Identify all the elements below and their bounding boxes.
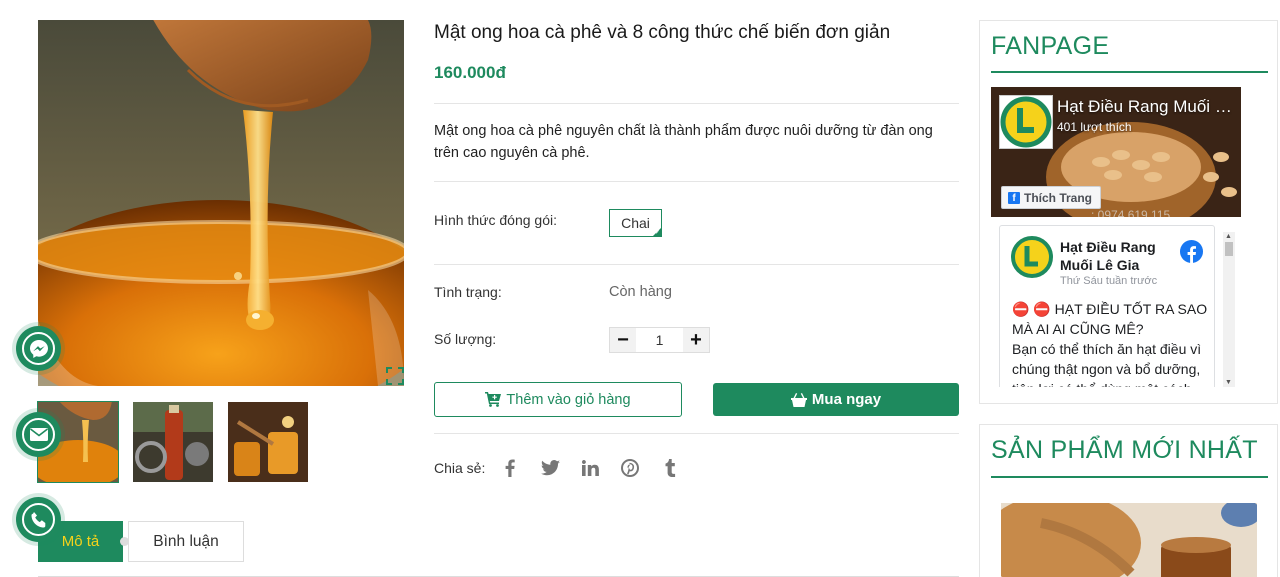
pinterest-share-icon[interactable]: [617, 455, 643, 481]
quantity-input[interactable]: [636, 328, 683, 352]
tumblr-share-icon[interactable]: [657, 455, 683, 481]
fb-page-name[interactable]: Hạt Điều Rang Muối Lê Gia: [1057, 97, 1237, 117]
facebook-page-plugin: Hạt Điều Rang Muối Lê Gia 401 lượt thích…: [991, 87, 1241, 387]
divider: [434, 181, 959, 182]
expand-image-icon[interactable]: [386, 367, 404, 385]
product-title: Mật ong hoa cà phê và 8 công thức chế bi…: [434, 22, 891, 43]
fanpage-widget: FANPAGE Hạt Điều Rang Muối Lê 401 lượt t…: [979, 20, 1278, 404]
facebook-f-icon: f: [1008, 191, 1020, 204]
buy-now-label: Mua ngay: [811, 391, 882, 408]
fb-like-count: 401 lượt thích: [1057, 120, 1132, 134]
title-underline: [991, 71, 1268, 73]
post-author-name[interactable]: Hạt Điều Rang Muối Lê Gia: [1060, 238, 1180, 274]
scroll-thumb[interactable]: [1225, 242, 1233, 256]
phone-float-button[interactable]: [16, 497, 61, 542]
email-float-button[interactable]: [16, 412, 61, 457]
fanpage-title: FANPAGE: [991, 32, 1110, 60]
post-time[interactable]: Thứ Sáu tuần trước: [1060, 275, 1157, 287]
thumbnail-list: [37, 401, 308, 483]
post-headline: ⛔ ⛔ HẠT ĐIỀU TỐT RA SAO MÀ AI AI CŨNG MÊ…: [1012, 301, 1208, 337]
product-price: 160.000đ: [434, 63, 506, 82]
scroll-up-icon[interactable]: ▲: [1225, 233, 1232, 240]
newest-product-image[interactable]: [1001, 503, 1257, 577]
basket-icon: [790, 392, 807, 407]
quantity-label: Số lượng:: [434, 331, 497, 347]
share-label: Chia sẻ:: [434, 460, 486, 476]
cart-plus-icon: [485, 392, 502, 407]
envelope-icon: [22, 418, 55, 451]
scroll-down-icon[interactable]: ▼: [1225, 379, 1232, 386]
increase-quantity-button[interactable]: +: [683, 328, 709, 352]
check-icon: ✓: [654, 230, 660, 236]
facebook-logo-icon[interactable]: [1180, 240, 1203, 263]
phone-icon: [22, 503, 55, 536]
add-to-cart-button[interactable]: Thêm vào giỏ hàng: [434, 382, 682, 417]
status-value: Còn hàng: [609, 284, 672, 300]
buy-now-button[interactable]: Mua ngay: [713, 383, 959, 416]
messenger-float-button[interactable]: [16, 326, 61, 371]
share-bar: Chia sẻ:: [434, 455, 697, 481]
divider: [434, 433, 959, 434]
tab-description-label: Mô tả: [61, 533, 100, 550]
divider: [434, 103, 959, 104]
fb-post-card: Hạt Điều Rang Muối Lê Gia Thứ Sáu tuần t…: [999, 225, 1215, 387]
messenger-icon: [22, 332, 55, 365]
packaging-option-chai[interactable]: Chai ✓: [609, 209, 662, 237]
cover-phone-text: ...: 0974 619 115: [1081, 208, 1171, 217]
linkedin-share-icon[interactable]: [577, 455, 603, 481]
tab-comments-label: Bình luận: [153, 532, 219, 550]
decrease-quantity-button[interactable]: −: [610, 328, 636, 352]
thumbnail-2[interactable]: [133, 402, 213, 482]
quantity-stepper: − +: [609, 327, 710, 353]
facebook-cover-image[interactable]: Hạt Điều Rang Muối Lê Gia 401 lượt thích…: [991, 87, 1241, 217]
newest-products-widget: SẢN PHẨM MỚI NHẤT: [979, 424, 1278, 577]
product-main-image[interactable]: [38, 20, 404, 386]
fb-like-page-button[interactable]: f Thích Trang: [1001, 186, 1102, 209]
add-to-cart-label: Thêm vào giỏ hàng: [506, 391, 631, 408]
packaging-label: Hình thức đóng gói:: [434, 212, 558, 228]
fb-scrollbar[interactable]: ▲ ▼: [1223, 232, 1235, 387]
product-description: Mật ong hoa cà phê nguyên chất là thành …: [434, 123, 933, 161]
divider: [434, 264, 959, 265]
thumbnail-3[interactable]: [228, 402, 308, 482]
facebook-share-icon[interactable]: [497, 455, 523, 481]
twitter-share-icon[interactable]: [537, 455, 563, 481]
status-label: Tình trạng:: [434, 284, 502, 300]
post-body: Bạn có thể thích ăn hạt điều vì chúng th…: [1012, 341, 1202, 387]
newest-products-title: SẢN PHẨM MỚI NHẤT: [991, 436, 1258, 464]
tab-comments[interactable]: Bình luận: [128, 521, 244, 562]
packaging-option-label: Chai: [621, 215, 650, 231]
title-underline: [991, 476, 1268, 478]
fb-like-page-label: Thích Trang: [1024, 190, 1093, 205]
page-logo[interactable]: [999, 95, 1053, 149]
post-author-avatar[interactable]: [1011, 236, 1053, 278]
